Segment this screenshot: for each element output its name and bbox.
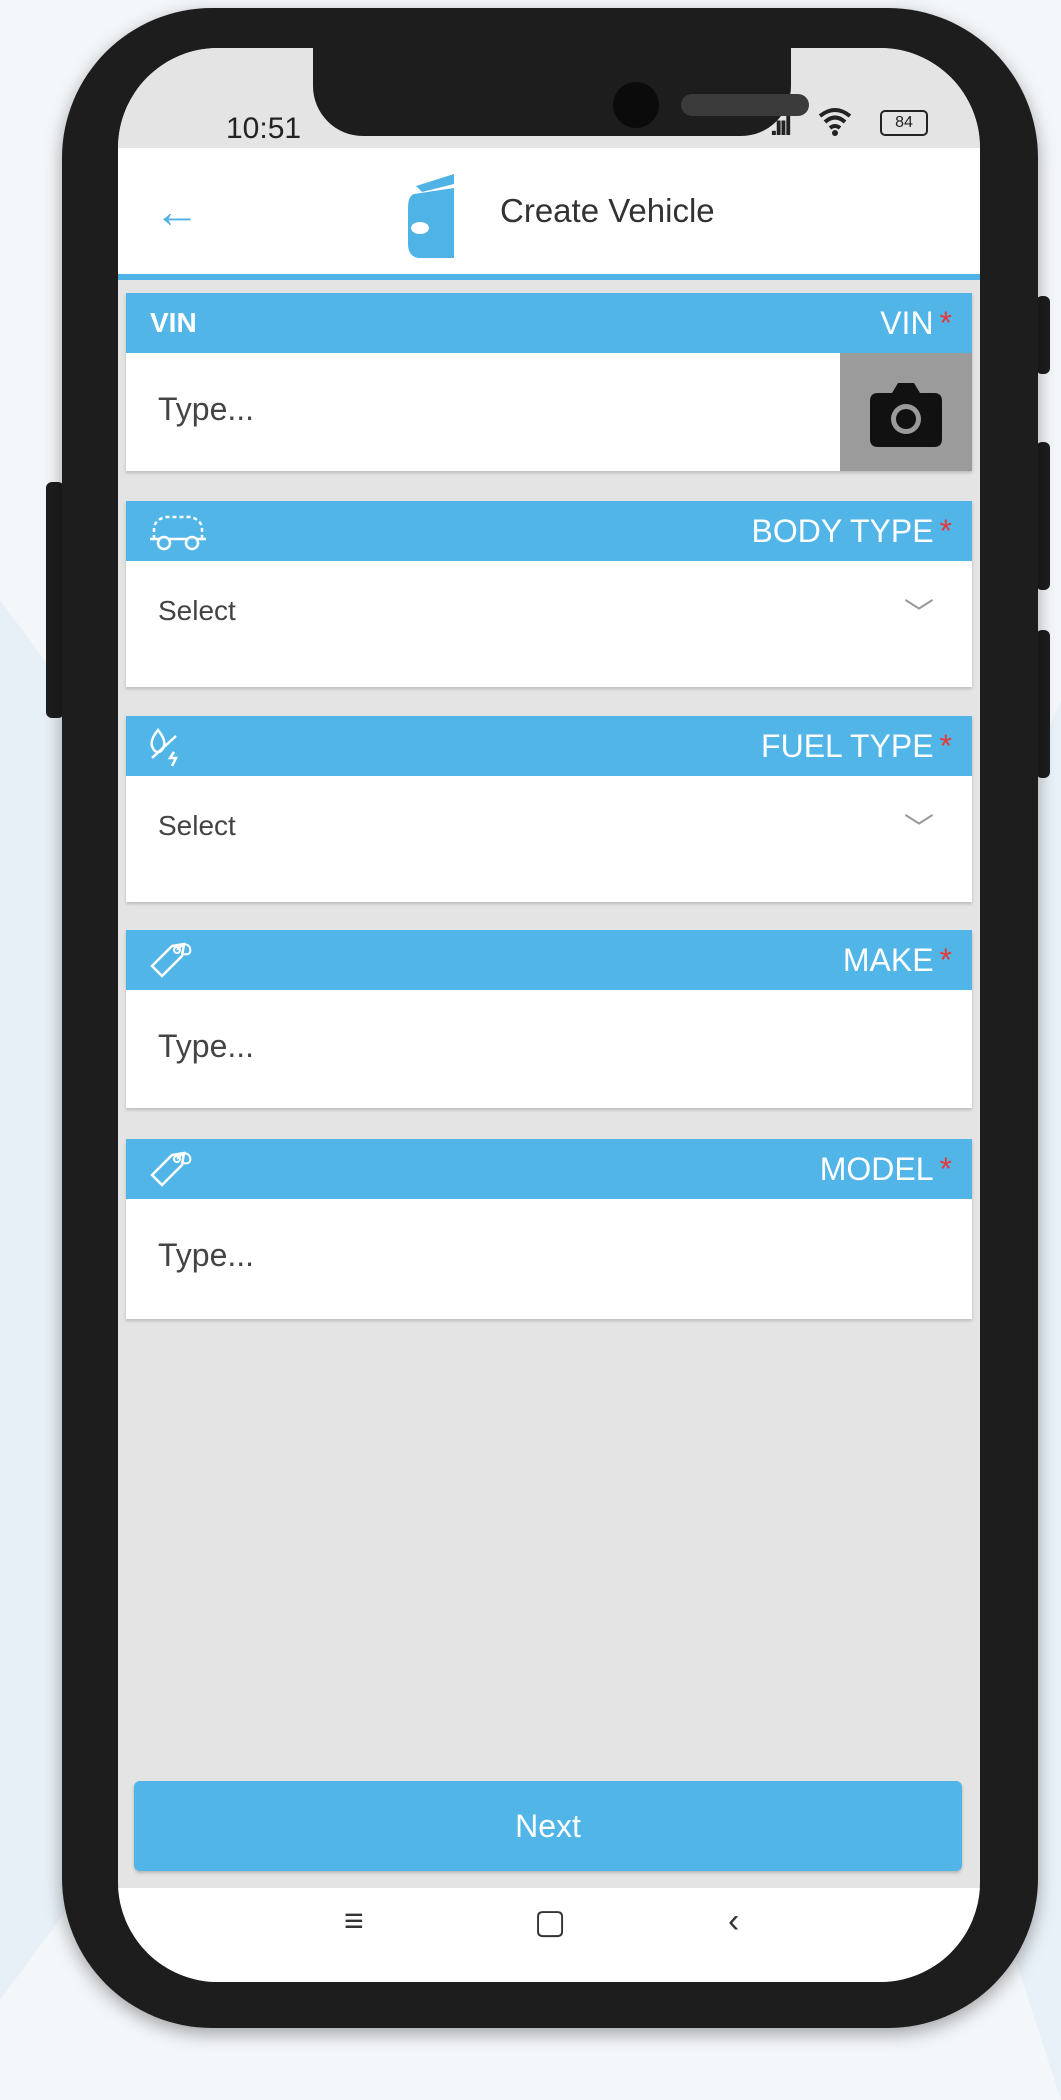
required-asterisk: *	[939, 942, 952, 978]
make-label: MAKE *	[842, 942, 952, 978]
required-asterisk: *	[939, 513, 952, 549]
model-card: MODEL * Type...	[126, 1139, 972, 1319]
phone-side-button-right-lower	[1036, 630, 1050, 778]
fuel-type-card: FUEL TYPE * Select ﹀	[126, 716, 972, 902]
make-card-header: MAKE *	[126, 930, 972, 990]
phone-side-button-right-upper	[1036, 296, 1050, 374]
back-icon[interactable]: ‹	[728, 1902, 739, 1941]
menu-icon[interactable]: ≡	[344, 1902, 364, 1941]
tag-icon	[150, 942, 192, 978]
vin-header-left-label: VIN	[150, 307, 197, 338]
car-body-icon	[150, 515, 206, 551]
required-asterisk: *	[939, 728, 952, 764]
phone-notch	[313, 48, 809, 136]
required-asterisk: *	[939, 305, 952, 341]
camera-icon	[870, 383, 942, 447]
make-input[interactable]: Type...	[158, 1028, 254, 1065]
car-icon	[408, 174, 454, 258]
vin-field-label: VIN *	[880, 305, 952, 341]
chevron-down-icon[interactable]: ﹀	[904, 804, 934, 848]
fuel-drop-icon	[150, 727, 179, 767]
phone-screen: 10:51 .ııl 84 ← Create Vehicle VIN VIN*	[118, 48, 980, 1982]
battery-icon: 84	[880, 110, 928, 136]
body-type-label: BODY TYPE *	[751, 513, 952, 549]
front-camera	[613, 82, 659, 128]
next-button[interactable]: Next	[134, 1781, 962, 1871]
model-label: MODEL *	[819, 1151, 952, 1187]
app-bar: ← Create Vehicle	[118, 148, 980, 280]
vin-input[interactable]: Type...	[158, 391, 254, 428]
body-type-card-header: BODY TYPE *	[126, 501, 972, 561]
body-type-select[interactable]: Select	[158, 595, 236, 627]
page-title: Create Vehicle	[500, 192, 715, 229]
model-card-header: MODEL *	[126, 1139, 972, 1199]
wifi-icon	[818, 106, 852, 144]
vin-card: VIN VIN * Type...	[126, 293, 972, 471]
vin-card-header: VIN VIN *	[126, 293, 972, 353]
system-nav-bar: ≡ ▢ ‹	[118, 1888, 980, 1982]
status-time: 10:51	[226, 112, 302, 145]
back-arrow-icon[interactable]: ←	[154, 184, 200, 238]
earpiece-speaker	[681, 94, 809, 116]
scan-vin-button[interactable]	[840, 353, 972, 471]
fuel-type-select[interactable]: Select	[158, 810, 236, 842]
make-card: MAKE * Type...	[126, 930, 972, 1108]
tag-icon	[150, 1151, 192, 1187]
body-type-card: BODY TYPE * Select ﹀	[126, 501, 972, 687]
home-icon[interactable]: ▢	[534, 1902, 566, 1942]
model-input[interactable]: Type...	[158, 1237, 254, 1274]
phone-side-button-right-middle	[1036, 442, 1050, 590]
fuel-type-card-header: FUEL TYPE *	[126, 716, 972, 776]
chevron-down-icon[interactable]: ﹀	[904, 589, 934, 633]
required-asterisk: *	[939, 1151, 952, 1187]
fuel-type-label: FUEL TYPE *	[761, 728, 952, 764]
